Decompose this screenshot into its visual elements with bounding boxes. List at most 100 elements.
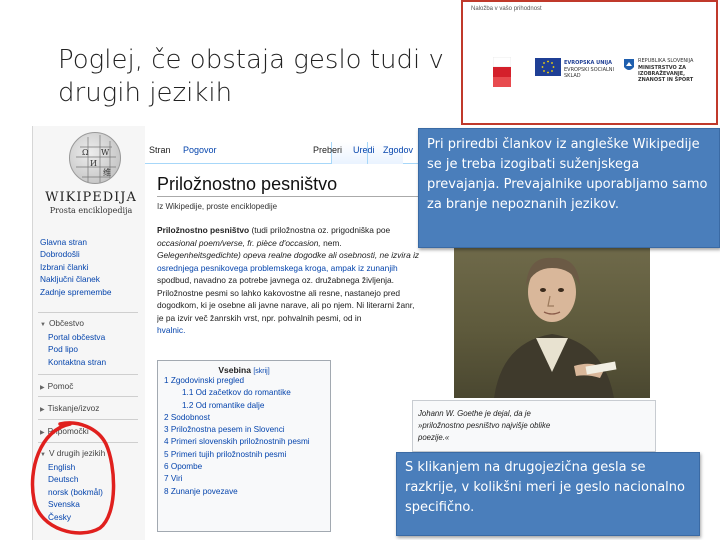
tab-page[interactable]: Stran: [149, 145, 171, 155]
tools-nav: ▶ Pripomočki: [40, 425, 144, 439]
toc-item[interactable]: 1 Zgodovinski pregled: [164, 375, 324, 387]
body-line: je pa izvir več žanrskih vrst, npr. pohv…: [157, 312, 362, 323]
nav-separator: [38, 374, 138, 375]
tab-read[interactable]: Preberi: [313, 145, 342, 155]
coat-of-arms-icon: [624, 59, 634, 70]
wiki-tagline: Prosta enciklopedija: [49, 206, 133, 215]
eu-text: EVROPSKA UNIJA: [564, 60, 612, 66]
nav-community-portal[interactable]: Portal občestva: [40, 331, 144, 343]
triangle-right-icon: ▶: [40, 430, 45, 436]
help-head: Pomoč: [47, 381, 74, 391]
community-toggle[interactable]: ▼ Občestvo: [40, 317, 144, 331]
article-source: Iz Wikipedije, proste enciklopedije: [157, 202, 278, 211]
nav-random[interactable]: Naključni članek: [40, 273, 144, 285]
lang-link-svenska[interactable]: Svenska: [40, 498, 144, 510]
toc-hide-link[interactable]: [skrij]: [253, 368, 269, 375]
callout-translation-note: Pri priredbi člankov iz angleške Wikiped…: [418, 128, 720, 248]
svg-text:维: 维: [103, 167, 111, 177]
lang-link-deutsch[interactable]: Deutsch: [40, 473, 144, 485]
toc-item[interactable]: 1.1 Od začetkov do romantike: [164, 387, 324, 399]
nav-separator: [38, 419, 138, 420]
eu-subtext: EVROPSKI SOCIALNI SKLAD: [564, 67, 615, 79]
body-line: spodbud, navadno za potrebe javnega oz. …: [157, 275, 394, 285]
wikipedia-globe-icon[interactable]: Ω WИ维: [69, 132, 121, 184]
nav-welcome[interactable]: Dobrodošli: [40, 248, 144, 260]
article-lead-term: Priložnostno pesništvo: [157, 225, 250, 235]
body-line-link[interactable]: hvalnic.: [157, 325, 185, 335]
toc-title: Vsebina [skrij]: [164, 365, 324, 375]
body-line: dogodkom, ki je osebne ali javne narave,…: [157, 300, 415, 310]
body-line: nem.: [323, 237, 342, 248]
goethe-portrait: [454, 246, 650, 398]
toc-title-text: Vsebina: [218, 365, 251, 375]
title-divider: [157, 196, 457, 197]
caption-line: »priložnostno pesništvo najvišje oblike: [418, 420, 551, 430]
svg-text:W: W: [101, 148, 110, 157]
print-toggle[interactable]: ▶ Tiskanje/izvoz: [40, 402, 144, 416]
nav-separator: [38, 396, 138, 397]
ministry-text: MINISTRSTVO ZA IZOBRAŽEVANJE, ZNANOST IN…: [638, 65, 694, 83]
community-nav: ▼ Občestvo Portal občestva Pod lipo Konta…: [40, 317, 144, 368]
nav-separator: [38, 312, 138, 313]
triangle-right-icon: ▶: [40, 385, 45, 391]
languages-head: V drugih jezikih: [48, 448, 106, 458]
nav-separator: [38, 442, 138, 443]
nav-village-pump[interactable]: Pod lipo: [40, 343, 144, 355]
caption-line: poezije.«: [418, 432, 450, 442]
body-line-link[interactable]: osrednjega pesnikovega problemskega krog…: [157, 263, 398, 273]
languages-nav: ▼ V drugih jezikih English Deutsch norsk …: [40, 447, 144, 523]
lang-link-english[interactable]: English: [40, 461, 144, 473]
wiki-tabs: Stran Pogovor Preberi Uredi Zgodov: [145, 142, 462, 164]
community-head: Občestvo: [48, 318, 85, 328]
triangle-right-icon: ▶: [40, 407, 45, 413]
lang-link-cesky[interactable]: Česky: [40, 511, 144, 523]
help-nav: ▶ Pomoč: [40, 380, 144, 394]
table-of-contents: Vsebina [skrij] 1 Zgodovinski pregled 1.…: [157, 360, 331, 532]
languages-toggle[interactable]: ▼ V drugih jezikih: [40, 447, 144, 461]
funding-logos: Naložba v vašo prihodnost EVROPSKA UNIJA…: [461, 0, 718, 125]
toc-item[interactable]: 8 Zunanje povezave: [164, 486, 324, 498]
tab-talk[interactable]: Pogovor: [183, 145, 217, 155]
tab-history[interactable]: Zgodov: [383, 145, 413, 155]
portrait-caption: Johann W. Goethe je dejal, da je »prilož…: [418, 408, 654, 443]
body-line: Gelegenheitsgedichte) opeva realne dogod…: [157, 250, 420, 260]
article-title: Priložnostno pesništvo: [157, 174, 338, 194]
nav-featured[interactable]: Izbrani članki: [40, 261, 144, 273]
body-line: Priložnostne pesmi so lahko kakovostne a…: [157, 287, 401, 298]
wiki-wordmark: WIKIPEDIJA: [45, 190, 137, 205]
toc-item[interactable]: 3 Priložnostna pesem in Slovenci: [164, 424, 324, 436]
toc-item[interactable]: 4 Primeri slovenskih priložnostnih pesmi: [164, 436, 324, 448]
ministry-prefix: REPUBLIKA SLOVENIJA: [638, 58, 694, 64]
toc-item[interactable]: 1.2 Od romantike dalje: [164, 400, 324, 412]
print-nav: ▶ Tiskanje/izvoz: [40, 402, 144, 416]
nav-contact[interactable]: Kontaktna stran: [40, 356, 144, 368]
main-nav: Glavna stran Dobrodošli Izbrani članki N…: [40, 236, 144, 298]
lang-link-norsk[interactable]: norsk (bokmål): [40, 486, 144, 498]
toc-item[interactable]: 6 Opombe: [164, 461, 324, 473]
ministry-logo: REPUBLIKA SLOVENIJA MINISTRSTVO ZA IZOBR…: [623, 58, 713, 92]
tools-head: Pripomočki: [47, 426, 89, 436]
print-head: Tiskanje/izvoz: [47, 403, 100, 413]
article-body: Priložnostno pesništvo (tudi priložnostn…: [157, 224, 427, 337]
body-line: (tudi priložnostna oz. prigodniška poe: [249, 225, 391, 235]
help-toggle[interactable]: ▶ Pomoč: [40, 380, 144, 394]
toc-item[interactable]: 7 Viri: [164, 473, 324, 485]
callout-language-links-note: S klikanjem na drugojezična gesla se raz…: [396, 452, 700, 536]
funder-text: Naložba v vašo prihodnost: [471, 6, 542, 12]
wiki-sidebar: Ω WИ维 WIKIPEDIJA Prosta enciklopedija Gla…: [33, 126, 145, 540]
slide-title: Poglej, če obstaja geslo tudi v drugih j…: [58, 45, 444, 108]
triangle-down-icon: ▼: [40, 322, 46, 328]
slovenia-logo-icon: [493, 57, 511, 87]
eu-logo: EVROPSKA UNIJA EVROPSKI SOCIALNI SKLAD: [535, 58, 625, 92]
tools-toggle[interactable]: ▶ Pripomočki: [40, 425, 144, 439]
toc-item[interactable]: 5 Primeri tujih priložnostnih pesmi: [164, 449, 324, 461]
svg-text:Ω: Ω: [82, 148, 89, 157]
svg-text:И: И: [90, 159, 97, 168]
eu-flag-icon: [535, 58, 561, 76]
toc-item[interactable]: 2 Sodobnost: [164, 412, 324, 424]
nav-recent-changes[interactable]: Zadnje spremembe: [40, 286, 144, 298]
body-line-italic: occasional poem/verse, fr. pièce d'occas…: [157, 237, 321, 248]
nav-main-page[interactable]: Glavna stran: [40, 236, 144, 248]
tab-edit[interactable]: Uredi: [353, 145, 375, 155]
caption-line: Johann W. Goethe je dejal, da je: [418, 409, 531, 418]
